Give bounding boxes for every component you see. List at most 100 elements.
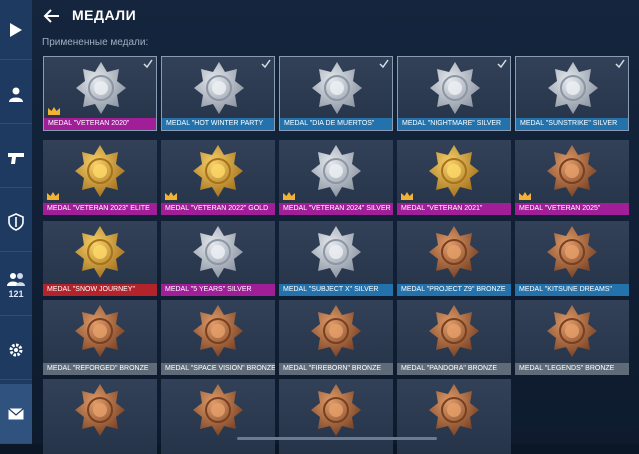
medal-name: MEDAL "VETERAN 2020" (44, 118, 156, 130)
check-icon (143, 59, 153, 68)
medal-name: MEDAL "VETERAN 2022" GOLD (161, 203, 275, 215)
medal-tile[interactable] (279, 379, 393, 454)
medal-tile[interactable]: MEDAL "VETERAN 2022" GOLD (161, 140, 275, 215)
check-icon (497, 59, 507, 68)
check-icon (379, 59, 389, 68)
friends-icon (7, 273, 25, 286)
scroll-indicator[interactable] (237, 437, 437, 440)
medal-emblem-icon (311, 305, 361, 357)
medal-name: MEDAL "REFORGED" BRONZE (43, 363, 157, 375)
medal-emblem-icon (193, 384, 243, 436)
medal-tile[interactable]: MEDAL "PROJECT Z9" BRONZE (397, 221, 511, 296)
medal-emblem-icon (429, 145, 479, 197)
gear-icon (9, 343, 23, 356)
medal-tile[interactable]: MEDAL "SUNSTRIKE" SILVER (515, 56, 629, 131)
medal-emblem-icon (547, 226, 597, 278)
medal-tile[interactable]: MEDAL "5 YEARS" SILVER (161, 221, 275, 296)
medal-emblem-icon (429, 384, 479, 436)
medal-emblem-icon (547, 145, 597, 197)
medal-emblem-icon (312, 62, 362, 114)
shield-icon (8, 212, 24, 231)
weapons-button[interactable] (0, 128, 32, 188)
medal-emblem-icon (75, 384, 125, 436)
medal-emblem-icon (76, 62, 126, 114)
medal-emblem-icon (311, 145, 361, 197)
medal-emblem-icon (193, 226, 243, 278)
medal-name: MEDAL "HOT WINTER PARTY (162, 118, 274, 130)
medal-emblem-icon (429, 305, 479, 357)
clan-button[interactable] (0, 192, 32, 252)
medal-tile[interactable]: MEDAL "VETERAN 2025" (515, 140, 629, 215)
medal-name: MEDAL "SNOW JOURNEY" (43, 284, 157, 296)
crown-icon (48, 107, 60, 115)
friends-button[interactable]: 121 (0, 256, 32, 316)
play-button[interactable] (0, 0, 32, 60)
applied-medals-label: Примененные медали: (42, 37, 149, 48)
medal-name: MEDAL "VETERAN 2025" (515, 203, 629, 215)
medal-tile[interactable]: MEDAL "KITSUNE DREAMS" (515, 221, 629, 296)
crown-icon (283, 192, 295, 200)
medal-tile[interactable]: MEDAL "VETERAN 2021" (397, 140, 511, 215)
side-rail: 121 (0, 0, 32, 444)
medal-tile[interactable] (161, 379, 275, 454)
medal-tile[interactable]: MEDAL "HOT WINTER PARTY (161, 56, 275, 131)
medal-name: MEDAL "SUBJECT X" SILVER (279, 284, 393, 296)
medal-emblem-icon (194, 62, 244, 114)
crown-icon (519, 192, 531, 200)
medal-tile[interactable]: MEDAL "SNOW JOURNEY" (43, 221, 157, 296)
header: МЕДАЛИ (32, 0, 639, 32)
medal-emblem-icon (193, 305, 243, 357)
medal-emblem-icon (311, 384, 361, 436)
medal-emblem-icon (430, 62, 480, 114)
medal-emblem-icon (75, 145, 125, 197)
medal-name: MEDAL "PANDORA" BRONZE (397, 363, 511, 375)
check-icon (615, 59, 625, 68)
medal-tile[interactable]: MEDAL "NIGHTMARE" SILVER (397, 56, 511, 131)
medal-emblem-icon (75, 226, 125, 278)
mail-icon (8, 407, 24, 419)
medal-name: MEDAL "LEGENDS" BRONZE (515, 363, 629, 375)
mail-button[interactable] (0, 384, 32, 444)
settings-button[interactable] (0, 320, 32, 380)
play-icon (10, 22, 22, 37)
medal-name: MEDAL "KITSUNE DREAMS" (515, 284, 629, 296)
medal-tile[interactable]: MEDAL "PANDORA" BRONZE (397, 300, 511, 375)
medal-tile[interactable]: MEDAL "SPACE VISION" BRONZE (161, 300, 275, 375)
medal-tile[interactable]: MEDAL "FIREBORN" BRONZE (279, 300, 393, 375)
medal-emblem-icon (547, 305, 597, 357)
medal-name: MEDAL "5 YEARS" SILVER (161, 284, 275, 296)
medals-screen: МЕДАЛИ Примененные медали: MEDAL "VETERA… (32, 0, 639, 454)
medal-name: MEDAL "SPACE VISION" BRONZE (161, 363, 275, 375)
medal-tile[interactable]: MEDAL "REFORGED" BRONZE (43, 300, 157, 375)
medal-tile[interactable]: MEDAL "VETERAN 2023" ELITE (43, 140, 157, 215)
medal-name: MEDAL "VETERAN 2024" SILVER (279, 203, 393, 215)
medal-name: MEDAL "VETERAN 2021" (397, 203, 511, 215)
medal-emblem-icon (75, 305, 125, 357)
medal-emblem-icon (193, 145, 243, 197)
pistol-icon (8, 152, 24, 164)
friends-count: 121 (8, 289, 24, 299)
crown-icon (165, 192, 177, 200)
medal-tile[interactable]: MEDAL "SUBJECT X" SILVER (279, 221, 393, 296)
medal-emblem-icon (548, 62, 598, 114)
medal-name: MEDAL "NIGHTMARE" SILVER (398, 118, 510, 130)
back-arrow-icon[interactable] (42, 6, 62, 26)
profile-button[interactable] (0, 64, 32, 124)
crown-icon (401, 192, 413, 200)
medal-name: MEDAL "FIREBORN" BRONZE (279, 363, 393, 375)
crown-icon (47, 192, 59, 200)
page-title: МЕДАЛИ (72, 7, 137, 23)
medal-tile[interactable]: MEDAL "LEGENDS" BRONZE (515, 300, 629, 375)
medal-tile[interactable]: MEDAL "DIA DE MUERTOS" (279, 56, 393, 131)
medal-name: MEDAL "DIA DE MUERTOS" (280, 118, 392, 130)
medal-tile[interactable]: MEDAL "VETERAN 2024" SILVER (279, 140, 393, 215)
medal-tile[interactable]: MEDAL "VETERAN 2020" (43, 56, 157, 131)
check-icon (261, 59, 271, 68)
medal-tile[interactable] (397, 379, 511, 454)
medal-emblem-icon (311, 226, 361, 278)
user-icon (9, 87, 23, 102)
medal-tile[interactable] (43, 379, 157, 454)
medal-name: MEDAL "SUNSTRIKE" SILVER (516, 118, 628, 130)
medal-name: MEDAL "PROJECT Z9" BRONZE (397, 284, 511, 296)
medal-emblem-icon (429, 226, 479, 278)
